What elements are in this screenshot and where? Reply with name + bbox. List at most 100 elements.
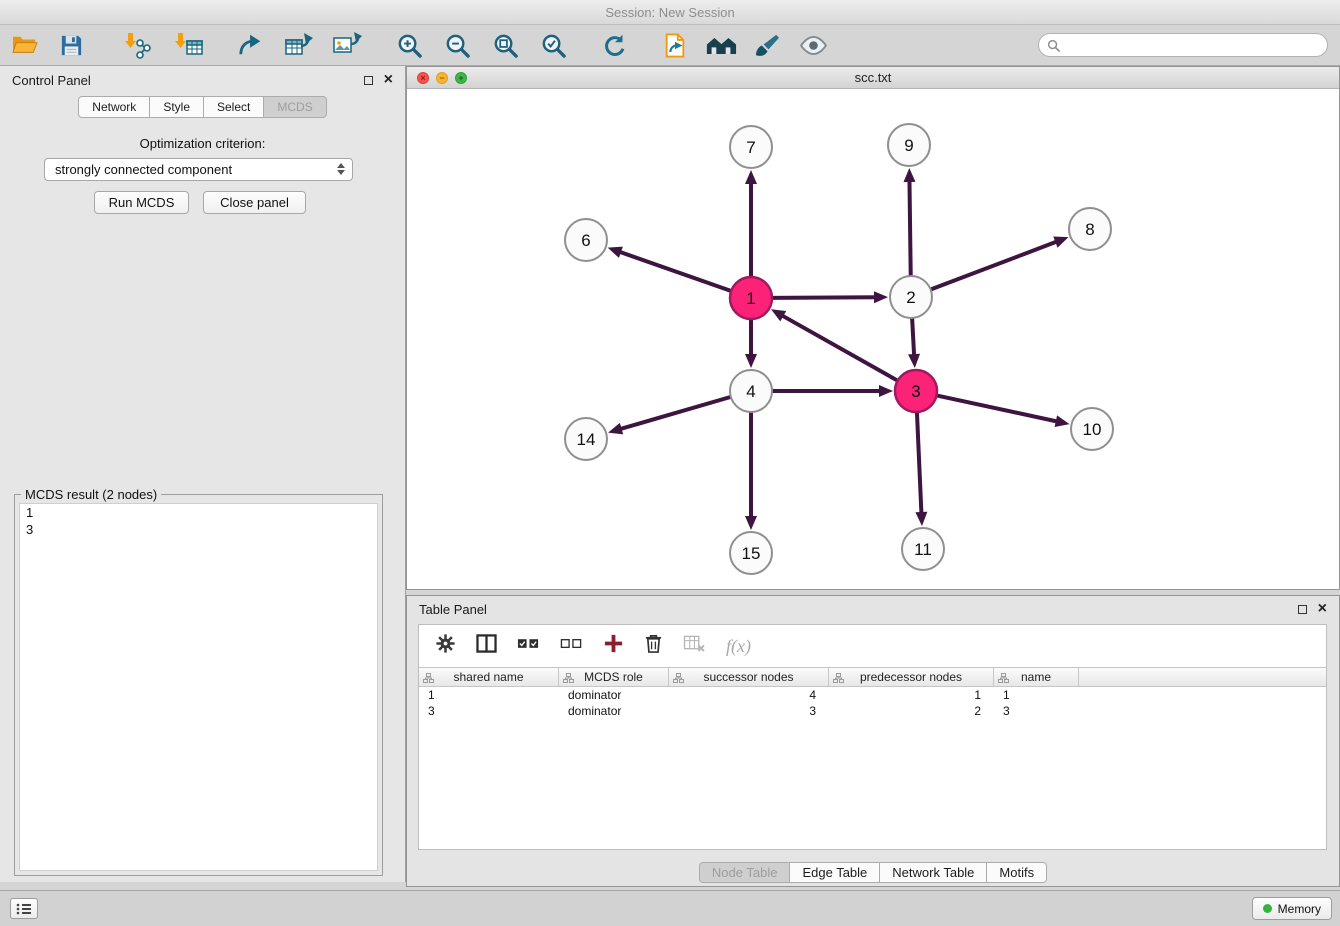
export-network-button[interactable] [234, 28, 268, 62]
tab-edge-table[interactable]: Edge Table [790, 862, 880, 883]
eye-icon [799, 35, 828, 56]
graph-edge-2-9[interactable] [909, 180, 910, 276]
table-cell[interactable]: 3 [419, 703, 559, 719]
add-column-button[interactable] [603, 633, 624, 659]
close-window-button[interactable]: × [417, 72, 429, 84]
edge-arrowhead [608, 247, 623, 258]
export-table-button[interactable] [282, 28, 316, 62]
tab-mcds[interactable]: MCDS [264, 96, 326, 118]
deselect-all-button[interactable] [560, 636, 583, 657]
graph-edge-2-3[interactable] [912, 318, 914, 356]
minimize-window-button[interactable]: − [436, 72, 448, 84]
table-row[interactable]: 3dominator323 [419, 703, 1326, 719]
traffic-lights: × − + [417, 72, 467, 84]
control-panel-tabs: NetworkStyleSelectMCDS [0, 96, 405, 118]
zoom-out-button[interactable] [440, 28, 474, 62]
mcds-result-list[interactable]: 13 [19, 503, 378, 871]
window-titlebar[interactable]: Session: New Session [0, 0, 1340, 25]
optimization-criterion-label: Optimization criterion: [0, 136, 405, 151]
show-columns-button[interactable] [476, 634, 497, 658]
float-table-panel-button[interactable] [1298, 605, 1307, 614]
graph-node-label: 14 [577, 430, 596, 449]
memory-button[interactable]: Memory [1252, 897, 1332, 920]
search-input[interactable] [1065, 38, 1319, 53]
apply-style-button[interactable] [750, 28, 784, 62]
table-cell[interactable]: 1 [829, 687, 994, 703]
zoom-selected-button[interactable] [536, 28, 570, 62]
graph-edge-1-2[interactable] [772, 297, 876, 298]
tab-node-table[interactable]: Node Table [699, 862, 791, 883]
table-cell[interactable]: dominator [559, 703, 669, 719]
sort-icon [833, 673, 844, 683]
import-network-button[interactable] [122, 28, 156, 62]
table-cell[interactable]: 1 [419, 687, 559, 703]
table-options-button[interactable] [435, 633, 456, 659]
tab-network-table[interactable]: Network Table [880, 862, 987, 883]
graph-edge-2-8[interactable] [931, 241, 1058, 289]
mcds-result-title: MCDS result (2 nodes) [21, 487, 161, 502]
graph-edge-1-6[interactable] [619, 252, 731, 291]
tab-select[interactable]: Select [204, 96, 264, 118]
zoom-in-button[interactable] [392, 28, 426, 62]
column-header-name[interactable]: name [994, 668, 1079, 686]
status-bar: Memory [0, 890, 1340, 926]
graph-edge-4-14[interactable] [620, 397, 731, 429]
network-canvas[interactable]: 7968124314101511 [407, 90, 1339, 589]
search-box[interactable] [1038, 33, 1328, 57]
table-cell[interactable]: 4 [669, 687, 829, 703]
zoom-fit-icon [492, 32, 519, 59]
sort-icon [673, 673, 684, 683]
column-header-shared-name[interactable]: shared name [419, 668, 559, 686]
column-header-successor-nodes[interactable]: successor nodes [669, 668, 829, 686]
save-session-button[interactable] [54, 28, 88, 62]
close-panel-button[interactable]: × [384, 74, 393, 86]
first-neighbors-button[interactable] [704, 28, 738, 62]
network-window-titlebar[interactable]: × − + scc.txt [407, 67, 1339, 89]
show-graphics-details-button[interactable] [796, 28, 830, 62]
function-builder-button[interactable]: f(x) [726, 636, 751, 657]
close-table-panel-button[interactable]: × [1318, 603, 1327, 615]
table-toolbar: f(x) [419, 625, 1326, 667]
float-panel-button[interactable] [364, 76, 373, 85]
tab-motifs[interactable]: Motifs [987, 862, 1047, 883]
node-table-area: f(x) shared nameMCDS role successor nodes… [418, 624, 1327, 850]
column-header-label: successor nodes [703, 670, 793, 684]
table-header-row: shared nameMCDS role successor nodes prede… [419, 667, 1326, 687]
table-cell[interactable]: 1 [994, 687, 1079, 703]
zoom-fit-button[interactable] [488, 28, 522, 62]
optimization-criterion-dropdown[interactable]: strongly connected component [44, 158, 353, 181]
table-cell[interactable]: 3 [669, 703, 829, 719]
show-panel-button[interactable] [10, 898, 38, 919]
table-cell[interactable]: dominator [559, 687, 669, 703]
graph-edge-3-11[interactable] [917, 412, 922, 514]
columns-icon [476, 634, 497, 653]
column-header-filler [1079, 668, 1326, 686]
gear-icon [435, 633, 456, 654]
delete-column-button[interactable] [644, 633, 663, 659]
graph-node-label: 15 [742, 544, 761, 563]
tab-style[interactable]: Style [150, 96, 204, 118]
column-header-MCDS-role[interactable]: MCDS role [559, 668, 669, 686]
open-session-button[interactable] [8, 28, 42, 62]
select-all-button[interactable] [517, 636, 540, 657]
column-header-predecessor-nodes[interactable]: predecessor nodes [829, 668, 994, 686]
apply-layout-button[interactable] [598, 28, 632, 62]
network-graph[interactable]: 7968124314101511 [407, 90, 1340, 591]
sort-icon [423, 673, 434, 683]
close-panel-button-mcds[interactable]: Close panel [203, 191, 306, 214]
table-cell[interactable]: 2 [829, 703, 994, 719]
result-item[interactable]: 3 [20, 521, 377, 538]
import-table-button[interactable] [172, 28, 206, 62]
tab-network[interactable]: Network [78, 96, 150, 118]
network-from-selection-button[interactable] [658, 28, 692, 62]
run-mcds-button[interactable]: Run MCDS [94, 191, 189, 214]
delete-table-button[interactable] [683, 634, 706, 658]
result-item[interactable]: 1 [20, 504, 377, 521]
table-row[interactable]: 1dominator411 [419, 687, 1326, 703]
graph-edge-3-10[interactable] [937, 395, 1058, 421]
graph-edge-3-1[interactable] [781, 315, 897, 381]
table-cell[interactable]: 3 [994, 703, 1079, 719]
edge-arrowhead [608, 423, 623, 435]
export-image-button[interactable] [330, 28, 364, 62]
zoom-window-button[interactable]: + [455, 72, 467, 84]
